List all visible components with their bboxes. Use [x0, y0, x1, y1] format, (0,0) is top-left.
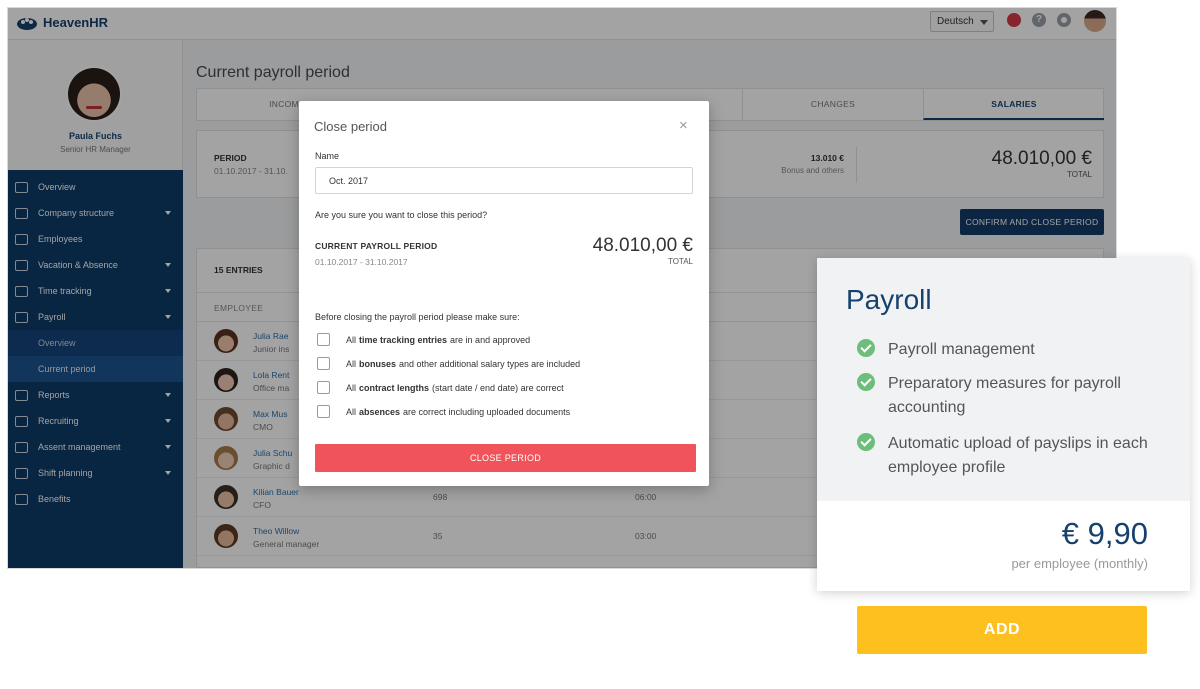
check-pre: All — [346, 406, 357, 417]
checklist-item[interactable]: All absences are correct including uploa… — [317, 405, 570, 418]
period-name-input[interactable] — [315, 167, 693, 194]
feature-text: Payroll management — [888, 341, 1035, 358]
current-period-label: CURRENT PAYROLL PERIOD — [315, 241, 438, 251]
check-post: (start date / end date) are correct — [432, 382, 564, 393]
check-post: are correct including uploaded documents — [403, 406, 571, 417]
check-post: are in and approved — [450, 334, 531, 345]
pricing-title: Payroll — [846, 284, 932, 315]
pricing-card-header: Payroll Payroll management Preparatory m… — [817, 258, 1190, 501]
check-circle-icon — [857, 433, 875, 451]
check-bold: contract lengths — [359, 382, 430, 393]
checklist-item[interactable]: All time tracking entries are in and app… — [317, 333, 530, 346]
checklist-item[interactable]: All bonuses and other additional salary … — [317, 357, 580, 370]
checklist-item[interactable]: All contract lengths (start date / end d… — [317, 381, 564, 394]
check-bold: bonuses — [359, 358, 397, 369]
name-label: Name — [315, 151, 340, 161]
check-circle-icon — [857, 339, 875, 357]
check-bold: time tracking entries — [359, 334, 448, 345]
checkbox[interactable] — [317, 381, 330, 394]
pricing-card: Payroll Payroll management Preparatory m… — [817, 258, 1190, 591]
check-bold: absences — [359, 406, 401, 417]
check-circle-icon — [857, 373, 875, 391]
dialog-title: Close period — [314, 119, 387, 134]
check-pre: All — [346, 382, 357, 393]
close-icon[interactable]: × — [679, 118, 688, 133]
checkbox[interactable] — [317, 333, 330, 346]
close-period-dialog: Close period × Name Are you sure you wan… — [299, 101, 709, 486]
check-pre: All — [346, 358, 357, 369]
checklist-intro: Before closing the payroll period please… — [315, 312, 520, 322]
check-pre: All — [346, 334, 357, 345]
current-period-total-label: TOTAL — [667, 257, 693, 266]
current-period-dates: 01.10.2017 - 31.10.2017 — [315, 257, 408, 267]
add-button[interactable]: ADD — [857, 606, 1147, 654]
feature-text: Preparatory measures for payroll account… — [888, 375, 1121, 416]
checkbox[interactable] — [317, 405, 330, 418]
feature-item: Payroll management — [857, 338, 1173, 362]
price-unit: per employee (monthly) — [1011, 556, 1148, 571]
close-period-button[interactable]: CLOSE PERIOD — [315, 444, 696, 472]
current-period-total: 48.010,00 € — [592, 235, 693, 256]
check-post: and other additional salary types are in… — [399, 358, 581, 369]
feature-item: Preparatory measures for payroll account… — [857, 372, 1173, 420]
checkbox[interactable] — [317, 357, 330, 370]
feature-text: Automatic upload of payslips in each emp… — [888, 435, 1148, 476]
confirm-question: Are you sure you want to close this peri… — [315, 210, 488, 220]
feature-item: Automatic upload of payslips in each emp… — [857, 432, 1173, 480]
price: € 9,90 — [1061, 516, 1148, 551]
